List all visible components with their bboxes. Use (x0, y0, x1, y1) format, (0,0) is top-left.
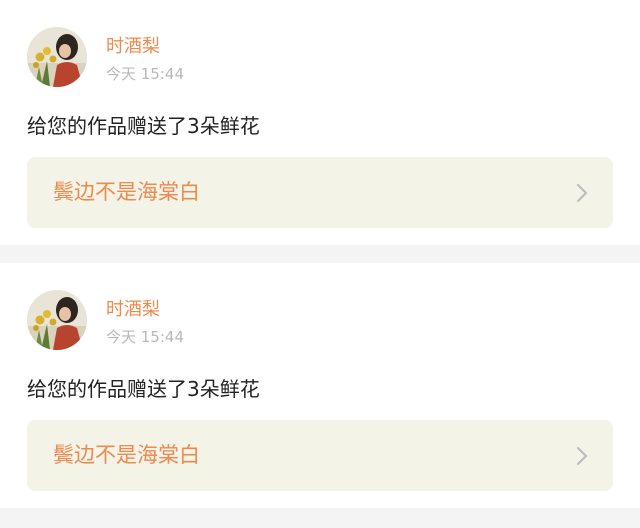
username[interactable]: 时酒梨 (106, 299, 160, 321)
avatar-photo-icon (27, 290, 87, 350)
work-title: 鬓边不是海棠白 (53, 180, 200, 204)
notification-card: 时酒梨 今天 15:44 给您的作品赠送了3朵鲜花 鬓边不是海棠白 (0, 0, 640, 245)
work-link-card[interactable]: 鬓边不是海棠白 (27, 157, 613, 228)
notification-message: 给您的作品赠送了3朵鲜花 (27, 114, 260, 138)
chevron-right-icon (576, 183, 588, 203)
chevron-right-icon (576, 446, 588, 466)
notification-feed: 时酒梨 今天 15:44 给您的作品赠送了3朵鲜花 鬓边不是海棠白 时酒梨 今天… (0, 0, 640, 528)
username[interactable]: 时酒梨 (106, 36, 160, 58)
work-link-card[interactable]: 鬓边不是海棠白 (27, 420, 613, 491)
notification-message: 给您的作品赠送了3朵鲜花 (27, 377, 260, 401)
avatar-photo-icon (27, 27, 87, 87)
avatar[interactable] (27, 290, 87, 350)
notification-card: 时酒梨 今天 15:44 给您的作品赠送了3朵鲜花 鬓边不是海棠白 (0, 263, 640, 508)
timestamp: 今天 15:44 (106, 65, 184, 83)
work-title: 鬓边不是海棠白 (53, 443, 200, 467)
avatar[interactable] (27, 27, 87, 87)
timestamp: 今天 15:44 (106, 328, 184, 346)
